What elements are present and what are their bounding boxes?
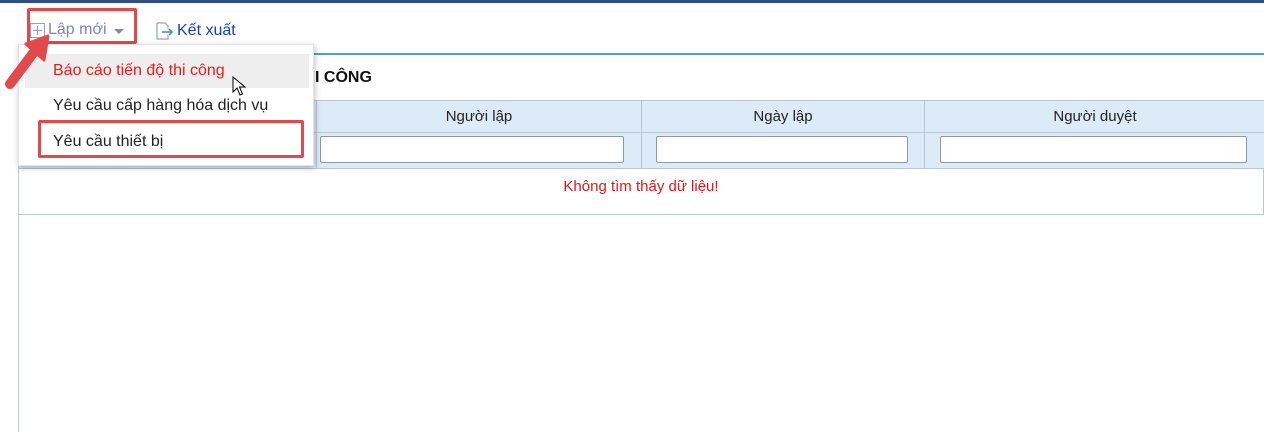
column-header-created-date[interactable]: Ngày lập bbox=[641, 101, 924, 132]
menu-item-construction-progress-report[interactable]: Báo cáo tiến độ thi công bbox=[25, 54, 309, 88]
highlight-equipment-request bbox=[38, 120, 304, 158]
approver-filter-input[interactable] bbox=[940, 136, 1247, 163]
menu-item-goods-services-request[interactable]: Yêu cầu cấp hàng hóa dịch vụ bbox=[25, 89, 309, 123]
filter-cell-approver bbox=[924, 133, 1264, 168]
created-date-filter-input[interactable] bbox=[656, 136, 908, 163]
creator-filter-input[interactable] bbox=[320, 136, 624, 163]
red-pointer-arrow-icon bbox=[5, 34, 50, 89]
empty-message: Không tìm thấy dữ liệu! bbox=[19, 169, 1264, 215]
mouse-cursor-icon bbox=[232, 76, 247, 96]
column-header-creator[interactable]: Người lập bbox=[316, 101, 641, 132]
export-button-label: Kết xuất bbox=[177, 22, 236, 39]
filter-cell-created-date bbox=[641, 133, 924, 168]
export-button[interactable]: Kết xuất bbox=[154, 21, 236, 41]
filter-cell-creator bbox=[316, 133, 641, 168]
column-header-approver[interactable]: Người duyệt bbox=[924, 101, 1264, 132]
export-icon bbox=[156, 22, 174, 40]
